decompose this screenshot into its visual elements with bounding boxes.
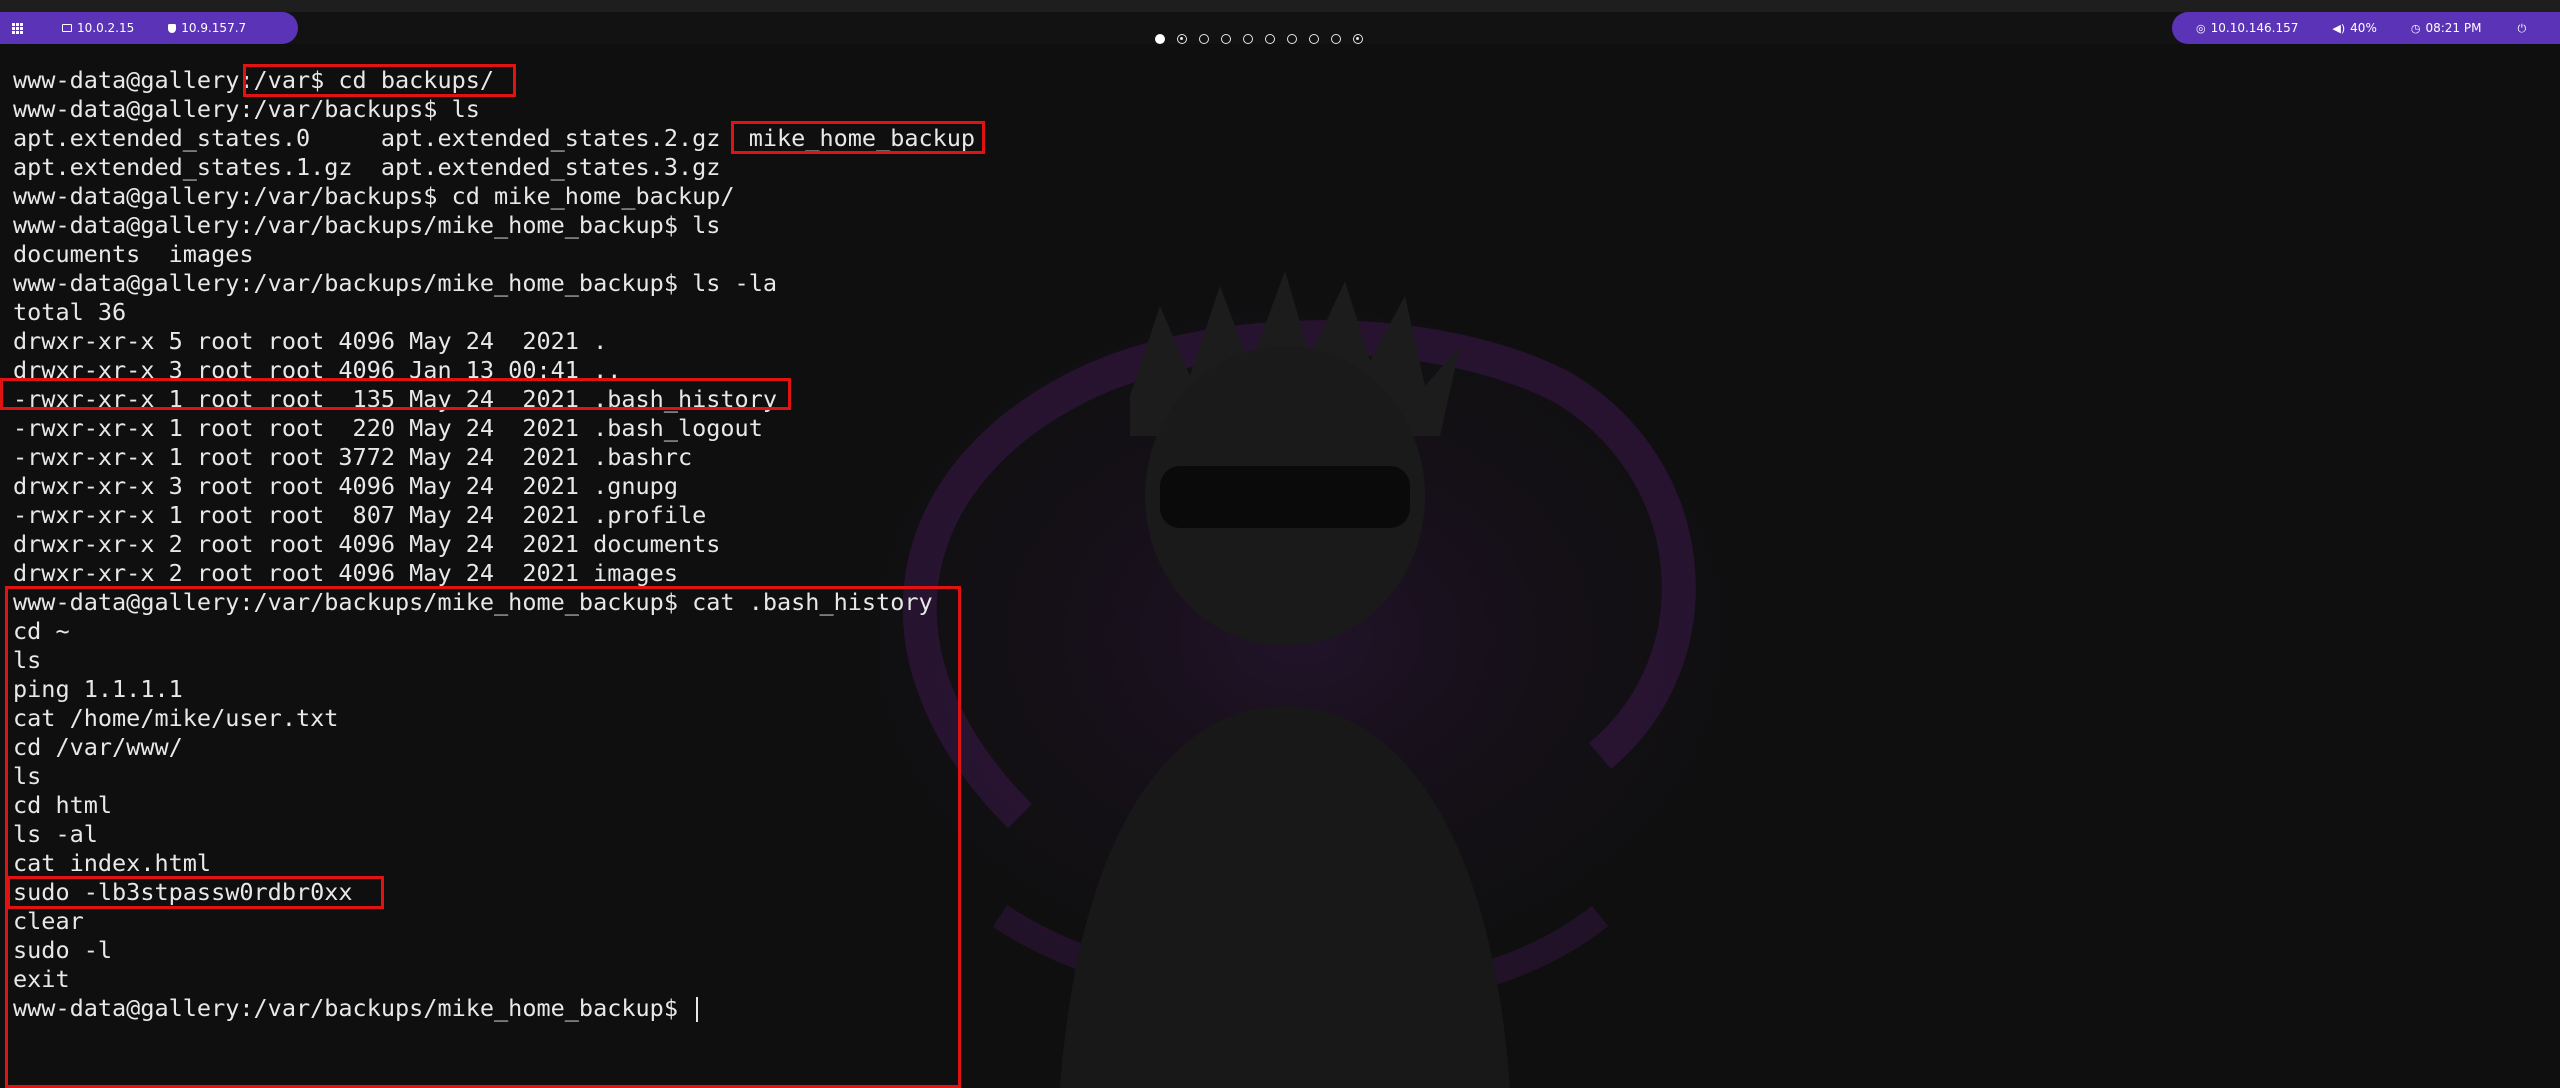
terminal-line: documents images xyxy=(13,240,254,268)
target-ip-indicator[interactable]: ◎ 10.10.146.157 xyxy=(2196,21,2298,35)
workspace-8-indicator[interactable] xyxy=(1309,34,1319,44)
workspace-switcher xyxy=(1155,34,1363,44)
workspace-5-indicator[interactable] xyxy=(1243,34,1253,44)
terminal-window[interactable]: www-data@gallery:/var$ cd backups/www-da… xyxy=(0,56,2560,1088)
monitor-icon xyxy=(62,24,72,32)
taskbar: 10.0.2.15 10.9.157.7 ◎ 10.10.146.157 ◀) … xyxy=(0,12,2560,44)
workspace-2-indicator[interactable] xyxy=(1177,34,1187,44)
workspace-3-indicator[interactable] xyxy=(1199,34,1209,44)
target-icon: ◎ xyxy=(2196,21,2206,35)
clock-text: 08:21 PM xyxy=(2425,21,2482,35)
clock-icon: ◷ xyxy=(2410,21,2421,35)
volume-text: 40% xyxy=(2350,21,2377,35)
highlight-cd-backups xyxy=(243,64,516,97)
workspace-6-indicator[interactable] xyxy=(1265,34,1275,44)
terminal-line: drwxr-xr-x 3 root root 4096 May 24 2021 … xyxy=(13,472,678,500)
local-ip-indicator[interactable]: 10.0.2.15 xyxy=(62,21,134,35)
target-ip-text: 10.10.146.157 xyxy=(2210,21,2299,35)
workspace-1-indicator[interactable] xyxy=(1155,34,1165,44)
workspace-10-indicator[interactable] xyxy=(1353,34,1363,44)
highlight-bash-history-content xyxy=(5,586,961,1088)
vpn-ip-indicator[interactable]: 10.9.157.7 xyxy=(168,21,246,35)
terminal-line: www-data@gallery:/var/backups/mike_home_… xyxy=(13,211,721,239)
terminal-line: www-data@gallery:/var/backups$ ls xyxy=(13,95,480,123)
terminal-line: apt.extended_states.1.gz apt.extended_st… xyxy=(13,153,721,181)
highlight-mike-home-backup xyxy=(731,121,985,154)
terminal-line: total 36 xyxy=(13,298,127,326)
clock-indicator[interactable]: ◷ 08:21 PM xyxy=(2411,21,2482,35)
highlight-bash-history-file xyxy=(0,378,791,410)
terminal-line: www-data@gallery:/var/backups/mike_home_… xyxy=(13,269,778,297)
terminal-line: drwxr-xr-x 2 root root 4096 May 24 2021 … xyxy=(13,530,721,558)
taskbar-right-group: ◎ 10.10.146.157 ◀) 40% ◷ 08:21 PM ⏻ xyxy=(2172,12,2560,44)
taskbar-left-group: 10.0.2.15 10.9.157.7 xyxy=(0,12,298,44)
terminal-line: drwxr-xr-x 5 root root 4096 May 24 2021 … xyxy=(13,327,608,355)
vpn-ip-text: 10.9.157.7 xyxy=(181,21,247,35)
workspace-9-indicator[interactable] xyxy=(1331,34,1341,44)
workspace-4-indicator[interactable] xyxy=(1221,34,1231,44)
terminal-line: -rwxr-xr-x 1 root root 807 May 24 2021 .… xyxy=(13,501,707,529)
terminal-line: -rwxr-xr-x 1 root root 220 May 24 2021 .… xyxy=(13,414,763,442)
terminal-line: -rwxr-xr-x 1 root root 3772 May 24 2021 … xyxy=(13,443,693,471)
terminal-line: www-data@gallery:/var/backups$ cd mike_h… xyxy=(13,182,735,210)
terminal-line: drwxr-xr-x 2 root root 4096 May 24 2021 … xyxy=(13,559,678,587)
workspace-7-indicator[interactable] xyxy=(1287,34,1297,44)
volume-indicator[interactable]: ◀) 40% xyxy=(2332,21,2376,35)
window-top-strip xyxy=(0,0,2560,12)
speaker-icon: ◀) xyxy=(2332,21,2346,35)
local-ip-text: 10.0.2.15 xyxy=(77,21,135,35)
grid-icon[interactable] xyxy=(12,22,24,34)
shield-icon xyxy=(168,23,177,33)
highlight-sudo-password xyxy=(7,876,384,909)
power-icon[interactable]: ⏻ xyxy=(2517,23,2526,34)
